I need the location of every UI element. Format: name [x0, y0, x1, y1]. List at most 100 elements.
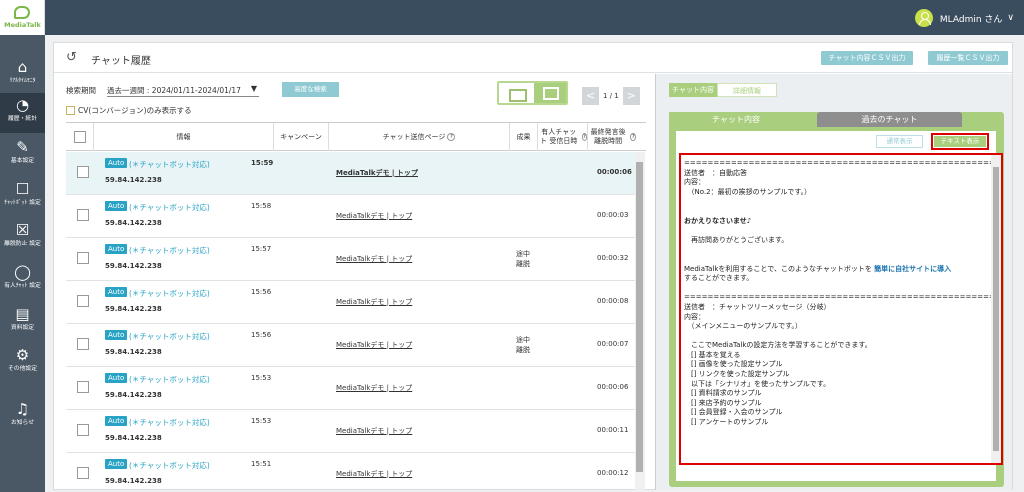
sidebar-item-chatbot-settings[interactable]: ☐ ﾁｬｯﾄﾎﾞｯﾄ 設定 — [0, 177, 45, 217]
help-icon[interactable]: ? — [447, 133, 456, 141]
table-row[interactable]: Auto (＊チャットボット対応) 59.84.142.238 15:53 MediaT… — [66, 410, 636, 453]
text-view-button-highlight[interactable]: テキスト表示 — [931, 133, 989, 150]
dropdown-arrow-icon: ▼ — [250, 84, 257, 93]
table-row[interactable]: Auto (＊チャットボット対応) 59.84.142.238 15:58 MediaT… — [66, 195, 636, 238]
tab-details[interactable]: 詳細情報 — [717, 83, 777, 97]
auto-badge: Auto — [105, 330, 128, 340]
chat-card: チャット内容 過去のチャット 通常表示 テキスト表示 =============… — [669, 112, 1004, 487]
period-select[interactable]: 過去一週間 : 2024/01/11-2024/01/17 ▼ — [107, 82, 259, 97]
sidebar-item-history[interactable]: ◔ 履歴・統計 — [0, 93, 45, 133]
result-cell: 途中 離脱 — [516, 250, 530, 268]
next-page-button[interactable]: > — [622, 87, 640, 105]
table-row[interactable]: Auto (＊チャットボット対応) 59.84.142.238 15:59 MediaT… — [66, 152, 636, 195]
chat-csv-export-button[interactable]: チャット内容ＣＳＶ出力 — [821, 51, 913, 65]
sent-page-link[interactable]: MediaTalkデモ | トップ — [336, 211, 412, 221]
list-view-icon[interactable] — [501, 85, 532, 102]
sidebar-item-notices[interactable]: ♫ お知らせ — [0, 397, 45, 437]
select-all-checkbox[interactable] — [73, 131, 86, 143]
chatbot-label[interactable]: (＊チャットボット対応) — [129, 417, 210, 428]
chat-log-text-area[interactable]: ========================================… — [679, 153, 1003, 465]
chat-time: 15:56 — [251, 288, 272, 296]
chat-time: 15:53 — [251, 374, 272, 382]
document-icon: ▤ — [15, 305, 30, 323]
user-menu[interactable]: MLAdmin さん ∨ — [914, 8, 1014, 28]
prev-page-button[interactable]: < — [582, 87, 599, 105]
auto-badge: Auto — [105, 287, 128, 297]
table-row[interactable]: Auto (＊チャットボット対応) 59.84.142.238 15:56 MediaT… — [66, 324, 636, 367]
gears-icon: ⚙ — [15, 346, 30, 364]
history-csv-export-button[interactable]: 履歴一覧ＣＳＶ出力 — [928, 51, 1008, 65]
row-checkbox[interactable] — [77, 252, 89, 264]
row-checkbox[interactable] — [77, 467, 89, 479]
sidebar-item-basic-settings[interactable]: ✎ 基本設定 — [0, 135, 45, 175]
text-view-button[interactable]: テキスト表示 — [934, 136, 986, 147]
visitor-ip: 59.84.142.238 — [105, 391, 162, 399]
cv-only-filter[interactable]: CV(コンバージョン)のみ表示する — [66, 105, 192, 116]
table-row[interactable]: Auto (＊チャットボット対応) 59.84.142.238 15:57 MediaT… — [66, 238, 636, 281]
chatbot-label[interactable]: (＊チャットボット対応) — [129, 245, 210, 256]
sidebar-item-materials[interactable]: ▤ 資料設定 — [0, 302, 45, 342]
auto-badge: Auto — [105, 201, 128, 211]
tab-chat-content[interactable]: チャット内容 — [669, 83, 717, 97]
column-page: チャット送信ページ? — [329, 123, 510, 151]
auto-badge: Auto — [105, 244, 128, 254]
help-icon[interactable]: ? — [581, 133, 587, 141]
split-view-icon[interactable] — [534, 83, 566, 103]
table-scrollbar[interactable] — [635, 152, 645, 490]
cv-only-checkbox[interactable] — [66, 106, 75, 115]
sent-page-link[interactable]: MediaTalkデモ | トップ — [336, 383, 412, 393]
table-row[interactable]: Auto (＊チャットボット対応) 59.84.142.238 15:56 MediaT… — [66, 281, 636, 324]
detail-panel: チャット内容 詳細情報 チャット内容 過去のチャット 通常表示 テキスト表示 =… — [655, 74, 1012, 490]
sent-page-link[interactable]: MediaTalkデモ | トップ — [336, 469, 412, 479]
row-checkbox[interactable] — [77, 424, 89, 436]
home-icon: ⌂ — [17, 58, 28, 76]
sent-page-link[interactable]: MediaTalkデモ | トップ — [336, 297, 412, 307]
chatbot-label[interactable]: (＊チャットボット対応) — [129, 460, 210, 471]
normal-view-button[interactable]: 通常表示 — [876, 135, 923, 148]
card-tab-past-chats[interactable]: 過去のチャット — [817, 112, 962, 127]
chevron-down-icon: ∨ — [1007, 13, 1014, 23]
row-checkbox[interactable] — [77, 295, 89, 307]
help-icon[interactable]: ? — [630, 133, 636, 141]
main-panel: ↺ チャット履歴 チャット内容ＣＳＶ出力 履歴一覧ＣＳＶ出力 検索期間 過去一週… — [53, 42, 1013, 490]
sent-page-link[interactable]: MediaTalkデモ | トップ — [336, 426, 412, 436]
sent-page-link[interactable]: MediaTalkデモ | トップ — [336, 340, 412, 350]
row-checkbox[interactable] — [77, 381, 89, 393]
visitor-ip: 59.84.142.238 — [105, 477, 162, 485]
table-scrollbar-thumb[interactable] — [636, 162, 643, 472]
sent-page-link[interactable]: MediaTalkデモ | トップ — [336, 168, 418, 178]
exit-duration: 00:00:32 — [597, 254, 629, 262]
log-scrollbar-thumb[interactable] — [993, 167, 999, 451]
chatbot-label[interactable]: (＊チャットボット対応) — [129, 331, 210, 342]
sidebar: ⌂ ﾘｱﾙﾀｲﾑﾓﾆﾀ ◔ 履歴・統計 ✎ 基本設定 ☐ ﾁｬｯﾄﾎﾞｯﾄ 設定 ☒ 離脱… — [0, 35, 45, 492]
period-label: 検索期間 — [66, 86, 96, 95]
sidebar-item-other-settings[interactable]: ⚙ その他設定 — [0, 343, 45, 383]
advanced-search-button[interactable]: 高度な検索 — [282, 82, 339, 97]
exit-duration: 00:00:08 — [597, 297, 629, 305]
logo[interactable]: MediaTalk — [0, 0, 45, 35]
log-scrollbar[interactable] — [991, 155, 1001, 463]
row-checkbox[interactable] — [77, 166, 89, 178]
select-all-cell — [66, 123, 94, 151]
sent-page-link[interactable]: MediaTalkデモ | トップ — [336, 254, 412, 264]
visitor-ip: 59.84.142.238 — [105, 434, 162, 442]
sidebar-item-exit-prevention[interactable]: ☒ 離脱防止 設定 — [0, 218, 45, 258]
sidebar-item-live-chat[interactable]: ◯ 有人ﾁｬｯﾄ 設定 — [0, 260, 45, 300]
row-checkbox[interactable] — [77, 338, 89, 350]
sidebar-item-realtime-monitor[interactable]: ⌂ ﾘｱﾙﾀｲﾑﾓﾆﾀ — [0, 55, 45, 95]
user-name: MLAdmin さん — [939, 14, 1003, 25]
column-campaign: キャンペーン — [274, 123, 329, 151]
chatbot-label[interactable]: (＊チャットボット対応) — [129, 288, 210, 299]
chatbot-label[interactable]: (＊チャットボット対応) — [129, 159, 210, 170]
chatbot-label[interactable]: (＊チャットボット対応) — [129, 202, 210, 213]
row-checkbox[interactable] — [77, 209, 89, 221]
table-row[interactable]: Auto (＊チャットボット対応) 59.84.142.238 15:51 MediaT… — [66, 453, 636, 492]
chatbot-label[interactable]: (＊チャットボット対応) — [129, 374, 210, 385]
card-tab-chat-content[interactable]: チャット内容 — [669, 112, 803, 127]
pager: < 1 / 1 > — [582, 87, 640, 105]
view-toggle — [497, 81, 568, 105]
table-row[interactable]: Auto (＊チャットボット対応) 59.84.142.238 15:53 MediaT… — [66, 367, 636, 410]
page-title: チャット履歴 — [91, 56, 151, 67]
result-cell: 途中 離脱 — [516, 336, 530, 354]
period-value: 過去一週間 : 2024/01/11-2024/01/17 — [107, 86, 241, 95]
